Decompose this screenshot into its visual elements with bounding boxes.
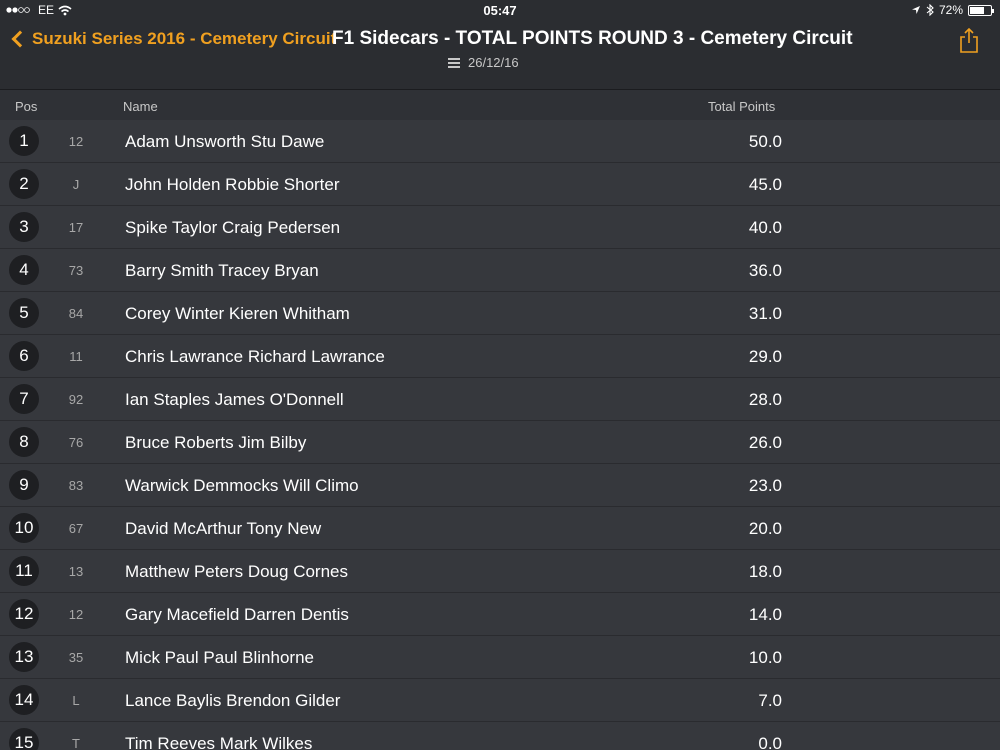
table-row[interactable]: 7 92 Ian Staples James O'Donnell 28.0 bbox=[0, 378, 1000, 421]
race-number: 73 bbox=[68, 263, 84, 278]
rider-names: Ian Staples James O'Donnell bbox=[125, 390, 344, 409]
position-badge: 11 bbox=[9, 556, 39, 586]
battery-percent: 72% bbox=[938, 3, 963, 17]
position-badge: 12 bbox=[9, 599, 39, 629]
race-number: L bbox=[72, 693, 80, 708]
race-number: 12 bbox=[68, 607, 84, 622]
header-name: Name bbox=[123, 99, 158, 114]
status-time: 05:47 bbox=[483, 3, 517, 18]
table-row[interactable]: 2 J John Holden Robbie Shorter 45.0 bbox=[0, 163, 1000, 206]
race-number: T bbox=[72, 736, 80, 750]
total-points: 31.0 bbox=[748, 304, 782, 323]
header-total-points: Total Points bbox=[708, 99, 776, 114]
position-badge: 14 bbox=[9, 685, 39, 715]
position-badge: 1 bbox=[9, 126, 39, 156]
bluetooth-icon bbox=[926, 4, 934, 16]
table-row[interactable]: 8 76 Bruce Roberts Jim Bilby 26.0 bbox=[0, 421, 1000, 464]
total-points: 7.0 bbox=[758, 691, 782, 710]
race-number: 17 bbox=[68, 220, 84, 235]
date-label: 26/12/16 bbox=[468, 55, 519, 70]
total-points: 40.0 bbox=[748, 218, 782, 237]
table-row[interactable]: 9 83 Warwick Demmocks Will Climo 23.0 bbox=[0, 464, 1000, 507]
rider-names: Barry Smith Tracey Bryan bbox=[125, 261, 319, 280]
position-badge: 7 bbox=[9, 384, 39, 414]
total-points: 36.0 bbox=[748, 261, 782, 280]
table-row[interactable]: 1 12 Adam Unsworth Stu Dawe 50.0 bbox=[0, 120, 1000, 163]
navigation-bar: Suzuki Series 2016 - Cemetery Circuit F1… bbox=[0, 20, 1000, 90]
results-list: 1 12 Adam Unsworth Stu Dawe 50.0 2 J John Hol… bbox=[0, 120, 1000, 750]
position-badge: 4 bbox=[9, 255, 39, 285]
race-number: 12 bbox=[68, 134, 84, 149]
page-title: F1 Sidecars - TOTAL POINTS ROUND 3 - Cem… bbox=[332, 28, 853, 49]
total-points: 23.0 bbox=[748, 476, 782, 495]
position-badge: 10 bbox=[9, 513, 39, 543]
table-row[interactable]: 14 L Lance Baylis Brendon Gilder 7.0 bbox=[0, 679, 1000, 722]
total-points: 29.0 bbox=[748, 347, 782, 366]
table-row[interactable]: 10 67 David McArthur Tony New 20.0 bbox=[0, 507, 1000, 550]
total-points: 20.0 bbox=[748, 519, 782, 538]
position-badge: 6 bbox=[9, 341, 39, 371]
table-header: Pos Name Total Points bbox=[0, 91, 1000, 120]
position-badge: 2 bbox=[9, 169, 39, 199]
table-row[interactable]: 3 17 Spike Taylor Craig Pedersen 40.0 bbox=[0, 206, 1000, 249]
list-icon bbox=[448, 58, 460, 68]
rider-names: David McArthur Tony New bbox=[125, 519, 322, 538]
rider-names: Lance Baylis Brendon Gilder bbox=[125, 691, 341, 710]
rider-names: Chris Lawrance Richard Lawrance bbox=[125, 347, 385, 366]
table-row[interactable]: 15 T Tim Reeves Mark Wilkes 0.0 bbox=[0, 722, 1000, 750]
share-icon[interactable] bbox=[958, 28, 980, 54]
rider-names: Bruce Roberts Jim Bilby bbox=[125, 433, 307, 452]
table-row[interactable]: 11 13 Matthew Peters Doug Cornes 18.0 bbox=[0, 550, 1000, 593]
total-points: 10.0 bbox=[748, 648, 782, 667]
table-row[interactable]: 12 12 Gary Macefield Darren Dentis 14.0 bbox=[0, 593, 1000, 636]
table-row[interactable]: 5 84 Corey Winter Kieren Whitham 31.0 bbox=[0, 292, 1000, 335]
rider-names: Spike Taylor Craig Pedersen bbox=[125, 218, 341, 237]
position-badge: 15 bbox=[9, 728, 39, 750]
back-button[interactable]: Suzuki Series 2016 - Cemetery Circuit bbox=[10, 29, 336, 49]
total-points: 0.0 bbox=[758, 734, 782, 750]
back-button-label: Suzuki Series 2016 - Cemetery Circuit bbox=[32, 29, 337, 48]
location-arrow-icon bbox=[911, 6, 920, 14]
rider-names: Warwick Demmocks Will Climo bbox=[125, 476, 359, 495]
race-number: 83 bbox=[68, 478, 84, 493]
position-badge: 3 bbox=[9, 212, 39, 242]
race-number: 11 bbox=[69, 349, 83, 364]
race-number: 13 bbox=[68, 564, 84, 579]
chevron-left-icon bbox=[11, 30, 29, 48]
status-bar: EE 05:47 72% bbox=[0, 0, 1000, 20]
race-number: 35 bbox=[68, 650, 84, 665]
total-points: 45.0 bbox=[748, 175, 782, 194]
status-right: 72% bbox=[911, 3, 994, 17]
total-points: 28.0 bbox=[748, 390, 782, 409]
rider-names: Matthew Peters Doug Cornes bbox=[125, 562, 348, 581]
table-row[interactable]: 13 35 Mick Paul Paul Blinhorne 10.0 bbox=[0, 636, 1000, 679]
race-number: 92 bbox=[68, 392, 84, 407]
rider-names: Gary Macefield Darren Dentis bbox=[125, 605, 349, 624]
position-badge: 9 bbox=[9, 470, 39, 500]
total-points: 50.0 bbox=[748, 132, 782, 151]
rider-names: Adam Unsworth Stu Dawe bbox=[125, 132, 325, 151]
rider-names: Corey Winter Kieren Whitham bbox=[125, 304, 350, 323]
rider-names: Tim Reeves Mark Wilkes bbox=[125, 734, 313, 750]
race-number: 84 bbox=[68, 306, 84, 321]
total-points: 18.0 bbox=[748, 562, 782, 581]
page-subtitle: 26/12/16 bbox=[448, 55, 519, 70]
rider-names: John Holden Robbie Shorter bbox=[125, 175, 340, 194]
position-badge: 5 bbox=[9, 298, 39, 328]
table-row[interactable]: 4 73 Barry Smith Tracey Bryan 36.0 bbox=[0, 249, 1000, 292]
total-points: 14.0 bbox=[748, 605, 782, 624]
total-points: 26.0 bbox=[748, 433, 782, 452]
race-number: 67 bbox=[68, 521, 84, 536]
battery-icon bbox=[968, 4, 994, 16]
table-row[interactable]: 6 11 Chris Lawrance Richard Lawrance 29.0 bbox=[0, 335, 1000, 378]
position-badge: 8 bbox=[9, 427, 39, 457]
race-number: J bbox=[72, 177, 80, 192]
position-badge: 13 bbox=[9, 642, 39, 672]
rider-names: Mick Paul Paul Blinhorne bbox=[125, 648, 314, 667]
race-number: 76 bbox=[68, 435, 84, 450]
header-pos: Pos bbox=[15, 99, 38, 114]
